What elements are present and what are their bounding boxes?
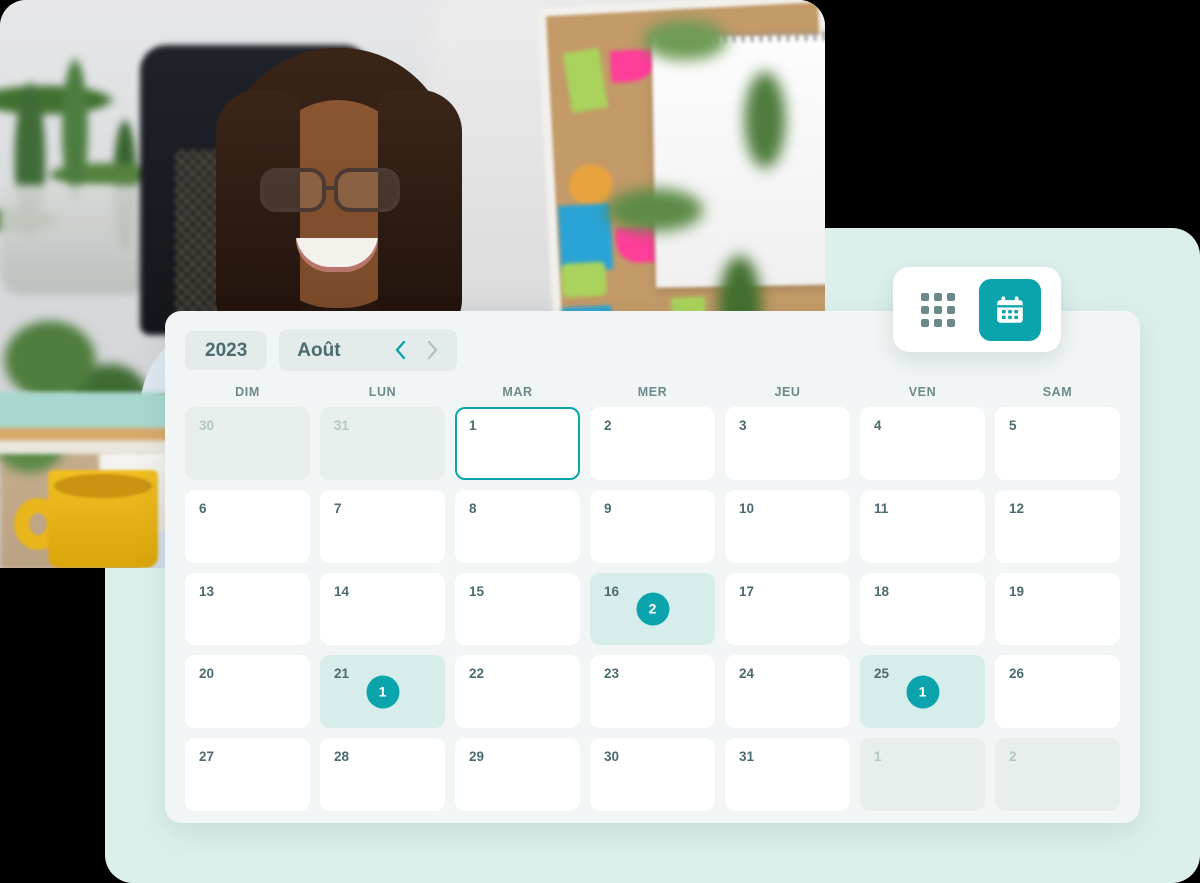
calendar-day-cell[interactable]: 15 [455,572,580,646]
calendar-card: 2023 Août DIM LUN MAR MER JEU VEN SAM 30… [165,311,1140,823]
calendar-day-cell[interactable]: 6 [185,489,310,563]
yellow-mug [48,470,158,568]
person-hair-left [216,90,300,340]
event-count-badge[interactable]: 2 [636,592,669,626]
weekday-label: JEU [774,385,801,399]
day-number: 14 [334,583,350,599]
weekday-label: SAM [1042,385,1073,399]
calendar-day-cell[interactable]: 10 [725,489,850,563]
calendar-day-cell[interactable]: 28 [320,738,445,811]
weekday-label: MAR [502,385,533,399]
calendar-day-cell[interactable]: 31 [320,407,445,480]
calendar-day-cell[interactable]: 18 [860,572,985,646]
calendar-view-icon [997,295,1023,323]
day-number: 27 [199,749,215,765]
day-number: 9 [604,500,612,516]
calendar-day-cell[interactable]: 16 2 [590,572,715,646]
calendar-day-cell[interactable]: 14 [320,572,445,646]
calendar-day-cell[interactable]: 30 [590,738,715,811]
calendar-day-cell[interactable]: 19 [995,572,1120,646]
day-number: 2 [1009,749,1017,765]
month-label: Août [297,339,341,361]
day-number: 31 [334,418,350,433]
day-number: 20 [199,666,215,682]
person-hair-right [378,90,462,340]
event-count-badge[interactable]: 1 [906,675,939,709]
calendar-grid: 30 31 1 2 3 4 5 6 7 8 9 10 11 12 13 14 15 16 2 17 18 19 20 21 1 2… [185,407,1120,811]
calendar-day-cell[interactable]: 7 [320,489,445,563]
day-number: 1 [874,749,882,765]
calendar-day-cell[interactable]: 24 [725,655,850,729]
glasses-bridge [326,186,336,190]
day-number: 28 [334,749,350,765]
day-number: 26 [1009,666,1025,682]
glasses-left-lens [260,168,326,212]
grid-view-icon [921,292,955,327]
view-toggle [893,267,1061,352]
day-number: 30 [199,418,215,433]
day-number: 1 [469,418,477,433]
weekday-label: LUN [368,385,397,399]
calendar-view-button[interactable] [979,278,1041,341]
glasses-right-lens [334,168,400,212]
calendar-day-cell[interactable]: 11 [860,489,985,563]
calendar-day-cell[interactable]: 23 [590,655,715,729]
day-number: 7 [334,500,342,516]
month-selector[interactable]: Août [279,329,458,371]
calendar-day-cell[interactable]: 4 [860,407,985,480]
day-number: 15 [469,583,485,599]
day-number: 6 [199,500,207,516]
day-number: 10 [739,500,755,516]
day-number: 13 [199,583,215,599]
calendar-day-cell[interactable]: 27 [185,738,310,811]
day-number: 2 [604,418,612,433]
calendar-day-cell[interactable]: 22 [455,655,580,729]
calendar-day-cell[interactable]: 8 [455,489,580,563]
day-number: 11 [874,500,889,516]
calendar-day-cell[interactable]: 30 [185,407,310,480]
grid-view-button[interactable] [907,279,969,341]
weekday-header-row: DIM LUN MAR MER JEU VEN SAM [185,385,1120,399]
calendar-day-cell[interactable]: 17 [725,572,850,646]
calendar-day-cell[interactable]: 2 [590,407,715,480]
day-number: 4 [874,418,882,433]
weekday-label: MER [637,385,668,399]
day-number: 3 [739,418,747,433]
calendar-day-cell[interactable]: 25 1 [860,655,985,729]
day-number: 31 [739,749,755,765]
event-count-badge[interactable]: 1 [366,675,399,709]
weekday-label: DIM [235,385,260,399]
weekday-label: VEN [908,385,937,399]
calendar-day-cell[interactable]: 13 [185,572,310,646]
calendar-day-cell[interactable]: 5 [995,407,1120,480]
day-number: 5 [1009,418,1017,433]
calendar-day-cell[interactable]: 31 [725,738,850,811]
screenshot-root: 2023 Août DIM LUN MAR MER JEU VEN SAM 30… [0,0,1200,883]
day-number: 29 [469,749,485,765]
year-selector[interactable]: 2023 [185,330,268,370]
prev-month-button[interactable] [387,337,413,363]
calendar-day-cell[interactable]: 21 1 [320,655,445,729]
day-number: 23 [604,666,620,682]
calendar-day-cell[interactable]: 1 [455,407,580,480]
day-number: 17 [739,583,755,599]
calendar-day-cell[interactable]: 1 [860,738,985,811]
day-number: 12 [1009,500,1025,516]
calendar-day-cell[interactable]: 9 [590,489,715,563]
calendar-day-cell[interactable]: 20 [185,655,310,729]
next-month-button[interactable] [419,337,445,363]
day-number: 24 [739,666,755,682]
day-number: 19 [1009,583,1025,599]
chevron-left-icon [395,340,405,360]
calendar-day-cell[interactable]: 3 [725,407,850,480]
calendar-day-cell[interactable]: 29 [455,738,580,811]
day-number: 18 [874,583,890,599]
calendar-day-cell[interactable]: 2 [995,738,1120,811]
day-number: 22 [469,666,485,682]
day-number: 8 [469,500,477,516]
calendar-day-cell[interactable]: 12 [995,489,1120,563]
chevron-right-icon [427,340,437,360]
day-number: 30 [604,749,620,765]
calendar-day-cell[interactable]: 26 [995,655,1120,729]
